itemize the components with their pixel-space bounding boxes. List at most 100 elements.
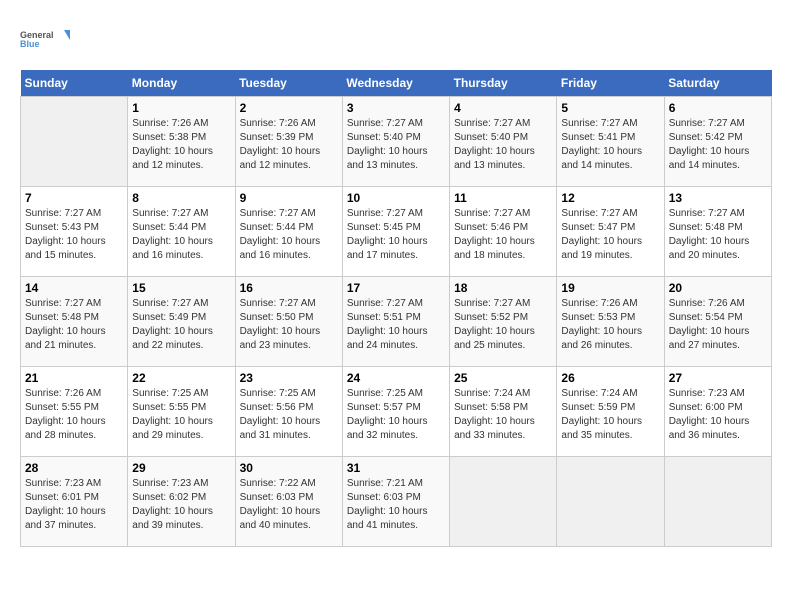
calendar-cell: 11 Sunrise: 7:27 AM Sunset: 5:46 PM Dayli…: [450, 187, 557, 277]
day-info: Sunrise: 7:27 AM Sunset: 5:51 PM Dayligh…: [347, 297, 445, 353]
calendar-cell: 4 Sunrise: 7:27 AM Sunset: 5:40 PM Daylig…: [450, 97, 557, 187]
day-number: 4: [454, 101, 552, 115]
calendar-cell: 13Sunrise: 7:27 AM Sunset: 5:48 PM Dayli…: [664, 187, 771, 277]
calendar-cell: 30 Sunrise: 7:22 AM Sunset: 6:03 PM Dayli…: [235, 457, 342, 547]
day-number: 2: [240, 101, 338, 115]
day-number: 23: [240, 371, 338, 385]
calendar-cell: [450, 457, 557, 547]
calendar-cell: [664, 457, 771, 547]
week-row-4: 21 Sunrise: 7:26 AM Sunset: 5:55 PM Dayli…: [21, 367, 772, 457]
calendar-cell: 12Sunrise: 7:27 AM Sunset: 5:47 PM Dayli…: [557, 187, 664, 277]
calendar-cell: 27 Sunrise: 7:23 AM Sunset: 6:00 PM Dayli…: [664, 367, 771, 457]
calendar-cell: 18 Sunrise: 7:27 AM Sunset: 5:52 PM Dayli…: [450, 277, 557, 367]
calendar-cell: 9 Sunrise: 7:27 AM Sunset: 5:44 PM Daylig…: [235, 187, 342, 277]
calendar-cell: 6 Sunrise: 7:27 AM Sunset: 5:42 PM Daylig…: [664, 97, 771, 187]
calendar-cell: 22 Sunrise: 7:25 AM Sunset: 5:55 PM Dayli…: [128, 367, 235, 457]
calendar-cell: 1 Sunrise: 7:26 AM Sunset: 5:38 PM Daylig…: [128, 97, 235, 187]
day-number: 5: [561, 101, 659, 115]
calendar-cell: 17 Sunrise: 7:27 AM Sunset: 5:51 PM Dayli…: [342, 277, 449, 367]
page-header: General Blue: [20, 20, 772, 60]
svg-text:Blue: Blue: [20, 39, 40, 49]
header-cell-saturday: Saturday: [664, 70, 771, 97]
day-info: Sunrise: 7:24 AM Sunset: 5:58 PM Dayligh…: [454, 387, 552, 443]
day-number: 25: [454, 371, 552, 385]
logo: General Blue: [20, 20, 70, 60]
day-number: 22: [132, 371, 230, 385]
day-number: 9: [240, 191, 338, 205]
calendar-cell: 5Sunrise: 7:27 AM Sunset: 5:41 PM Daylig…: [557, 97, 664, 187]
day-info: Sunrise: 7:27 AM Sunset: 5:47 PM Dayligh…: [561, 207, 659, 263]
calendar-cell: 8 Sunrise: 7:27 AM Sunset: 5:44 PM Daylig…: [128, 187, 235, 277]
calendar-cell: 3Sunrise: 7:27 AM Sunset: 5:40 PM Daylig…: [342, 97, 449, 187]
day-number: 21: [25, 371, 123, 385]
day-number: 3: [347, 101, 445, 115]
calendar-cell: 28Sunrise: 7:23 AM Sunset: 6:01 PM Dayli…: [21, 457, 128, 547]
calendar-cell: 25 Sunrise: 7:24 AM Sunset: 5:58 PM Dayli…: [450, 367, 557, 457]
calendar-cell: 2Sunrise: 7:26 AM Sunset: 5:39 PM Daylig…: [235, 97, 342, 187]
calendar-cell: [557, 457, 664, 547]
calendar-cell: [21, 97, 128, 187]
header-cell-tuesday: Tuesday: [235, 70, 342, 97]
day-number: 8: [132, 191, 230, 205]
calendar-header: SundayMondayTuesdayWednesdayThursdayFrid…: [21, 70, 772, 97]
day-info: Sunrise: 7:27 AM Sunset: 5:45 PM Dayligh…: [347, 207, 445, 263]
day-info: Sunrise: 7:23 AM Sunset: 6:02 PM Dayligh…: [132, 477, 230, 533]
week-row-3: 14Sunrise: 7:27 AM Sunset: 5:48 PM Dayli…: [21, 277, 772, 367]
day-number: 14: [25, 281, 123, 295]
day-info: Sunrise: 7:21 AM Sunset: 6:03 PM Dayligh…: [347, 477, 445, 533]
calendar-cell: 29 Sunrise: 7:23 AM Sunset: 6:02 PM Dayli…: [128, 457, 235, 547]
day-number: 30: [240, 461, 338, 475]
day-number: 1: [132, 101, 230, 115]
day-info: Sunrise: 7:27 AM Sunset: 5:46 PM Dayligh…: [454, 207, 552, 263]
day-number: 15: [132, 281, 230, 295]
header-cell-monday: Monday: [128, 70, 235, 97]
calendar-cell: 31 Sunrise: 7:21 AM Sunset: 6:03 PM Dayli…: [342, 457, 449, 547]
day-number: 10: [347, 191, 445, 205]
day-info: Sunrise: 7:22 AM Sunset: 6:03 PM Dayligh…: [240, 477, 338, 533]
calendar-cell: 15Sunrise: 7:27 AM Sunset: 5:49 PM Dayli…: [128, 277, 235, 367]
day-number: 31: [347, 461, 445, 475]
day-info: Sunrise: 7:27 AM Sunset: 5:44 PM Dayligh…: [240, 207, 338, 263]
calendar-cell: 7Sunrise: 7:27 AM Sunset: 5:43 PM Daylig…: [21, 187, 128, 277]
day-info: Sunrise: 7:26 AM Sunset: 5:55 PM Dayligh…: [25, 387, 123, 443]
day-number: 16: [240, 281, 338, 295]
header-cell-sunday: Sunday: [21, 70, 128, 97]
calendar-cell: 23 Sunrise: 7:25 AM Sunset: 5:56 PM Dayli…: [235, 367, 342, 457]
day-info: Sunrise: 7:27 AM Sunset: 5:44 PM Dayligh…: [132, 207, 230, 263]
day-info: Sunrise: 7:27 AM Sunset: 5:40 PM Dayligh…: [454, 117, 552, 173]
day-number: 13: [669, 191, 767, 205]
day-info: Sunrise: 7:27 AM Sunset: 5:43 PM Dayligh…: [25, 207, 123, 263]
day-number: 18: [454, 281, 552, 295]
day-number: 11: [454, 191, 552, 205]
svg-text:General: General: [20, 30, 54, 40]
day-number: 27: [669, 371, 767, 385]
week-row-2: 7Sunrise: 7:27 AM Sunset: 5:43 PM Daylig…: [21, 187, 772, 277]
day-number: 17: [347, 281, 445, 295]
day-info: Sunrise: 7:26 AM Sunset: 5:38 PM Dayligh…: [132, 117, 230, 173]
day-number: 20: [669, 281, 767, 295]
day-number: 28: [25, 461, 123, 475]
header-cell-friday: Friday: [557, 70, 664, 97]
day-number: 6: [669, 101, 767, 115]
day-info: Sunrise: 7:27 AM Sunset: 5:52 PM Dayligh…: [454, 297, 552, 353]
logo-svg: General Blue: [20, 20, 70, 60]
day-info: Sunrise: 7:26 AM Sunset: 5:53 PM Dayligh…: [561, 297, 659, 353]
week-row-1: 1 Sunrise: 7:26 AM Sunset: 5:38 PM Daylig…: [21, 97, 772, 187]
calendar-cell: 16 Sunrise: 7:27 AM Sunset: 5:50 PM Dayli…: [235, 277, 342, 367]
day-info: Sunrise: 7:27 AM Sunset: 5:50 PM Dayligh…: [240, 297, 338, 353]
calendar-cell: 21 Sunrise: 7:26 AM Sunset: 5:55 PM Dayli…: [21, 367, 128, 457]
day-info: Sunrise: 7:25 AM Sunset: 5:57 PM Dayligh…: [347, 387, 445, 443]
header-cell-wednesday: Wednesday: [342, 70, 449, 97]
header-row: SundayMondayTuesdayWednesdayThursdayFrid…: [21, 70, 772, 97]
calendar-cell: 20Sunrise: 7:26 AM Sunset: 5:54 PM Dayli…: [664, 277, 771, 367]
day-number: 24: [347, 371, 445, 385]
day-info: Sunrise: 7:27 AM Sunset: 5:42 PM Dayligh…: [669, 117, 767, 173]
calendar-cell: 24 Sunrise: 7:25 AM Sunset: 5:57 PM Dayli…: [342, 367, 449, 457]
day-info: Sunrise: 7:23 AM Sunset: 6:00 PM Dayligh…: [669, 387, 767, 443]
day-number: 29: [132, 461, 230, 475]
calendar-body: 1 Sunrise: 7:26 AM Sunset: 5:38 PM Daylig…: [21, 97, 772, 547]
day-info: Sunrise: 7:25 AM Sunset: 5:56 PM Dayligh…: [240, 387, 338, 443]
day-info: Sunrise: 7:25 AM Sunset: 5:55 PM Dayligh…: [132, 387, 230, 443]
calendar-table: SundayMondayTuesdayWednesdayThursdayFrid…: [20, 70, 772, 547]
week-row-5: 28Sunrise: 7:23 AM Sunset: 6:01 PM Dayli…: [21, 457, 772, 547]
